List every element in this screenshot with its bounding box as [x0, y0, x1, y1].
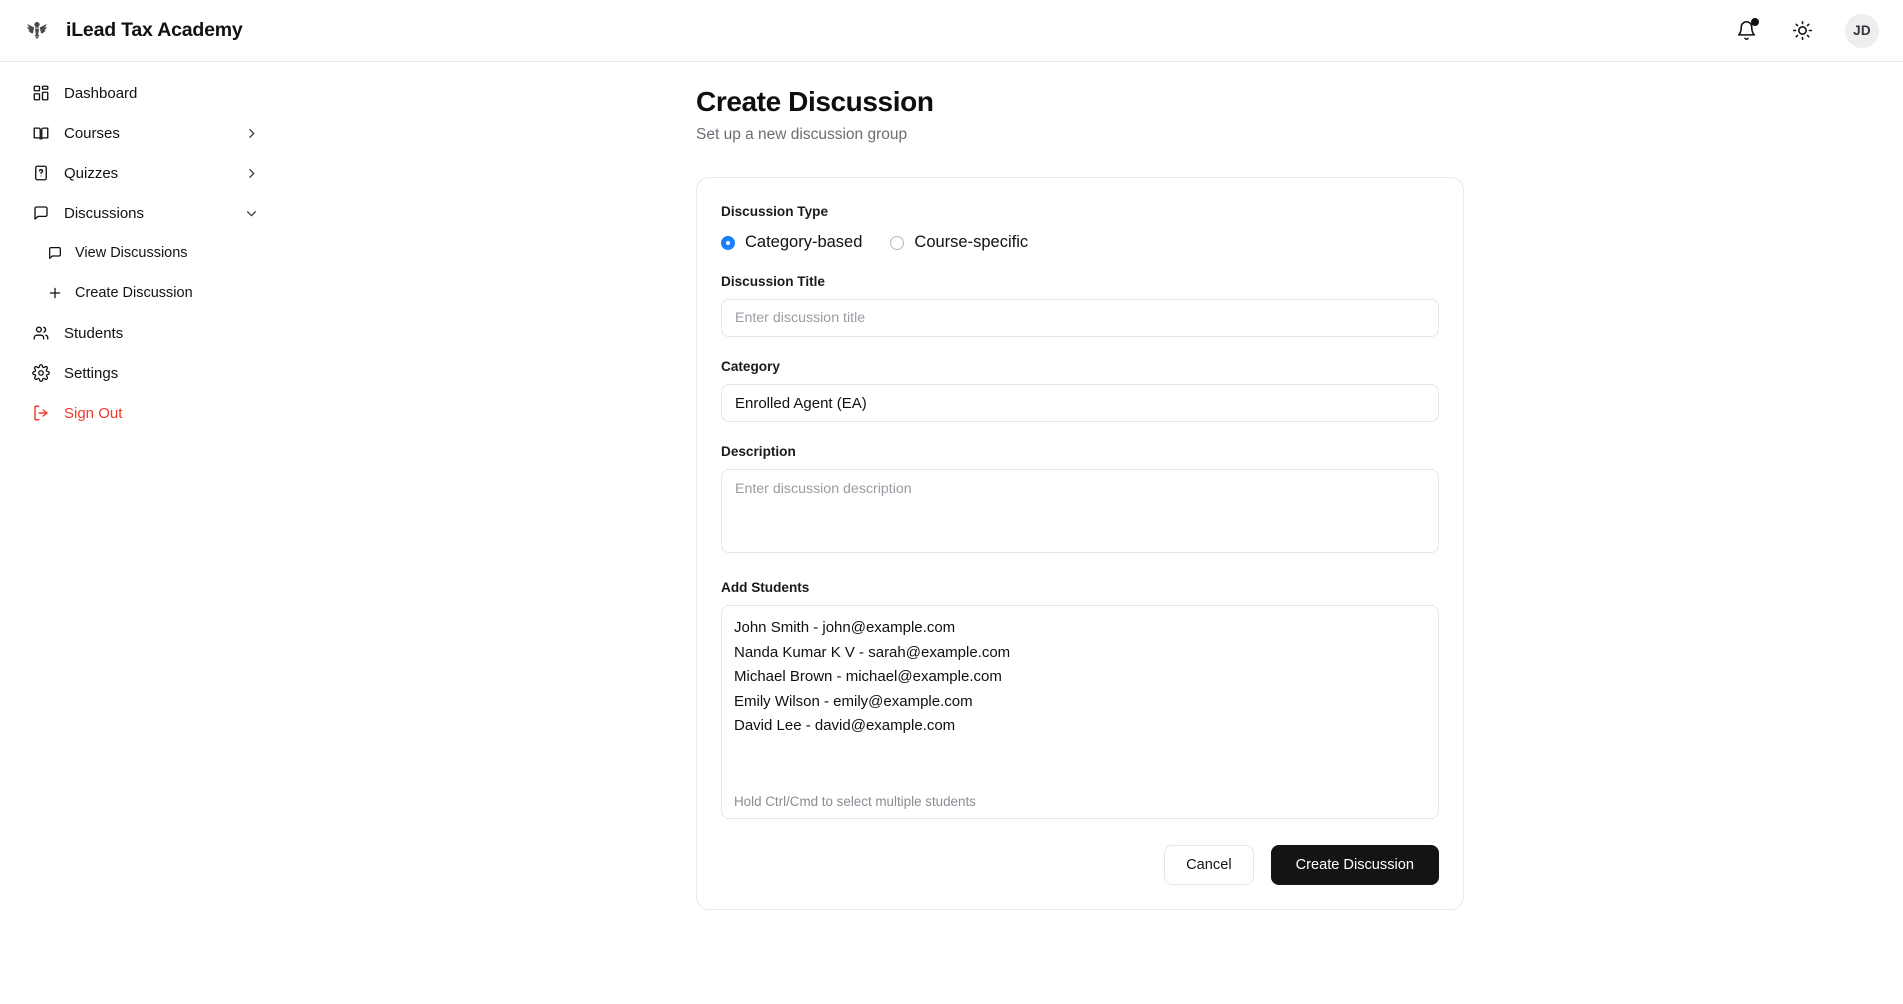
students-multiselect[interactable]: John Smith - john@example.com Nanda Kuma…	[721, 605, 1439, 819]
add-students-label: Add Students	[721, 580, 1439, 595]
radio-label: Category-based	[745, 233, 862, 252]
sidebar-subitem-label: View Discussions	[75, 245, 188, 261]
sidebar-subitem-label: Create Discussion	[75, 285, 193, 301]
sidebar-item-settings[interactable]: Settings	[10, 353, 270, 393]
description-field: Description	[721, 444, 1439, 558]
sidebar-item-label: Discussions	[64, 205, 144, 222]
discussion-type-label: Discussion Type	[721, 204, 1439, 219]
sun-icon	[1792, 20, 1813, 41]
notification-dot	[1751, 18, 1759, 26]
sidebar-item-label: Quizzes	[64, 165, 118, 182]
plus-icon	[47, 285, 63, 301]
student-option[interactable]: David Lee - david@example.com	[722, 714, 1438, 739]
quiz-file-icon	[32, 164, 50, 182]
sidebar-item-label: Students	[64, 325, 123, 342]
students-option-list: John Smith - john@example.com Nanda Kuma…	[722, 616, 1438, 794]
book-icon	[32, 124, 50, 142]
chevron-down-icon	[245, 207, 258, 220]
sidebar-item-sign-out[interactable]: Sign Out	[10, 393, 270, 433]
students-hint: Hold Ctrl/Cmd to select multiple student…	[722, 794, 1438, 809]
chat-icon	[47, 245, 63, 261]
sidebar: Dashboard Courses Quizzes Discussions	[0, 62, 280, 1004]
brand-name: iLead Tax Academy	[66, 19, 243, 42]
radio-option-category-based[interactable]: Category-based	[721, 233, 862, 252]
brand[interactable]: iLead Tax Academy	[0, 15, 243, 47]
sidebar-item-dashboard[interactable]: Dashboard	[10, 73, 270, 113]
student-option[interactable]: Emily Wilson - emily@example.com	[722, 690, 1438, 715]
discussion-title-field: Discussion Title	[721, 274, 1439, 337]
sidebar-item-students[interactable]: Students	[10, 313, 270, 353]
discussion-title-label: Discussion Title	[721, 274, 1439, 289]
discussion-type-field: Discussion Type Category-based Course-sp…	[721, 204, 1439, 252]
page-subtitle: Set up a new discussion group	[696, 126, 1903, 144]
create-discussion-button[interactable]: Create Discussion	[1271, 845, 1439, 885]
eagle-logo-icon	[21, 15, 53, 47]
radio-option-course-specific[interactable]: Course-specific	[890, 233, 1028, 252]
sidebar-subitem-view-discussions[interactable]: View Discussions	[10, 233, 270, 273]
add-students-field: Add Students John Smith - john@example.c…	[721, 580, 1439, 819]
main-content: Create Discussion Set up a new discussio…	[280, 62, 1903, 1004]
category-field: Category	[721, 359, 1439, 422]
notifications-button[interactable]	[1733, 18, 1759, 44]
sidebar-item-label: Dashboard	[64, 85, 137, 102]
top-bar: iLead Tax Academy JD	[0, 0, 1903, 62]
sidebar-item-quizzes[interactable]: Quizzes	[10, 153, 270, 193]
logout-icon	[32, 404, 50, 422]
student-option[interactable]: Nanda Kumar K V - sarah@example.com	[722, 641, 1438, 666]
cancel-button[interactable]: Cancel	[1164, 845, 1253, 885]
chat-icon	[32, 204, 50, 222]
sidebar-item-discussions[interactable]: Discussions	[10, 193, 270, 233]
description-textarea[interactable]	[721, 469, 1439, 553]
page-header: Create Discussion Set up a new discussio…	[280, 62, 1903, 144]
sidebar-subitem-create-discussion[interactable]: Create Discussion	[10, 273, 270, 313]
discussion-title-input[interactable]	[721, 299, 1439, 337]
sidebar-item-courses[interactable]: Courses	[10, 113, 270, 153]
radio-indicator[interactable]	[721, 236, 735, 250]
topbar-actions: JD	[1733, 14, 1903, 48]
description-label: Description	[721, 444, 1439, 459]
form-actions: Cancel Create Discussion	[721, 845, 1439, 885]
users-icon	[32, 324, 50, 342]
category-label: Category	[721, 359, 1439, 374]
radio-label: Course-specific	[914, 233, 1028, 252]
avatar[interactable]: JD	[1845, 14, 1879, 48]
chevron-right-icon	[245, 127, 258, 140]
grid-icon	[32, 84, 50, 102]
category-select[interactable]	[721, 384, 1439, 422]
student-option[interactable]: Michael Brown - michael@example.com	[722, 665, 1438, 690]
radio-indicator[interactable]	[890, 236, 904, 250]
sidebar-item-label: Settings	[64, 365, 118, 382]
gear-icon	[32, 364, 50, 382]
page-title: Create Discussion	[696, 86, 1903, 118]
create-discussion-form-card: Discussion Type Category-based Course-sp…	[696, 177, 1464, 910]
sidebar-item-label: Sign Out	[64, 405, 122, 422]
theme-toggle-button[interactable]	[1789, 18, 1815, 44]
discussion-type-radio-group: Category-based Course-specific	[721, 233, 1439, 252]
chevron-right-icon	[245, 167, 258, 180]
student-option[interactable]: John Smith - john@example.com	[722, 616, 1438, 641]
sidebar-item-label: Courses	[64, 125, 120, 142]
